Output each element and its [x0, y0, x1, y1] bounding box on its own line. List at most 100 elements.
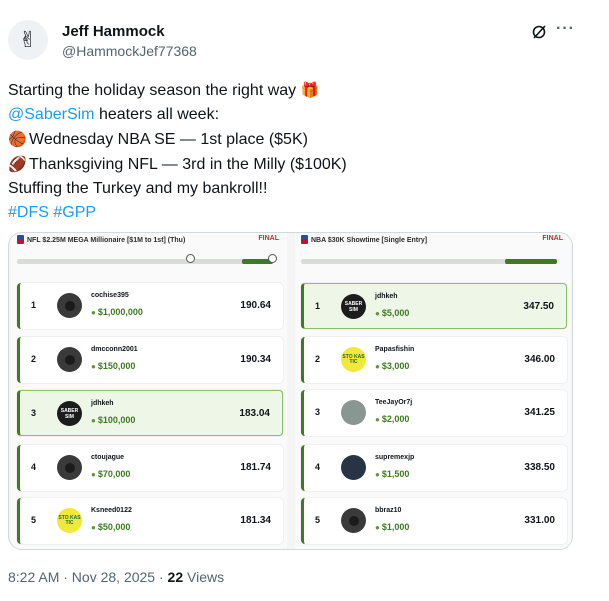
mention-sabersim[interactable]: @SaberSim: [8, 106, 95, 123]
user-avatar: [341, 455, 366, 480]
user-avatar: [341, 400, 366, 425]
media-image[interactable]: NFL $2.25M MEGA Millionaire [$1M to 1st]…: [8, 232, 573, 550]
money-bag-icon: ●: [91, 416, 96, 425]
rank: 4: [315, 462, 321, 472]
score: 181.34: [240, 515, 271, 526]
prize-amount: $70,000: [97, 469, 131, 479]
tweet-line-1: Starting the holiday season the right wa…: [8, 82, 297, 99]
prize: ● $1,000: [375, 522, 409, 532]
money-bag-icon: ●: [375, 309, 380, 318]
prize-amount: $1,500: [381, 469, 410, 479]
nba-progress-track: [301, 259, 557, 264]
more-options-icon[interactable]: ···: [556, 20, 575, 38]
hashtag-gpp[interactable]: #GPP: [53, 204, 96, 221]
rank: 2: [315, 354, 321, 364]
money-bag-icon: ●: [375, 523, 380, 532]
stokastic-avatar: STO KAS TIC: [57, 508, 82, 533]
score: 341.25: [524, 407, 555, 418]
avatar-emoji: ✌: [18, 27, 38, 53]
prize-amount: $1,000,000: [97, 307, 143, 317]
leaderboard-row: 5 bbraz10 ● $1,000 331.00: [301, 498, 567, 544]
rank: 1: [315, 301, 321, 311]
user-avatar: [341, 508, 366, 533]
nba-contest-title: NBA $30K Showtime [Single Entry]: [311, 237, 428, 244]
leaderboard-row: 4 supremexjp ● $1,500 338.50: [301, 445, 567, 491]
money-bag-icon: ●: [375, 470, 380, 479]
tweet-text: Starting the holiday season the right wa…: [8, 78, 593, 225]
leaderboard-row: 4 ctoujague ● $70,000 181.74: [17, 445, 283, 491]
nba-leaderboard-panel: NBA $30K Showtime [Single Entry] FINAL 1…: [295, 233, 571, 549]
basketball-icon: 🏀: [8, 130, 27, 148]
leaderboard-row: 2 dmcconn2001 ● $150,000 190.34: [17, 337, 283, 383]
username: Papasfishin: [375, 346, 415, 353]
username: TeeJayOr7j: [375, 399, 413, 406]
leaderboard-row-highlighted: 3 SABER SIM jdhkeh ● $100,000 183.04: [17, 390, 283, 436]
nfl-final-label: FINAL: [258, 235, 279, 242]
author-avatar[interactable]: ✌: [8, 20, 48, 60]
username: ctoujague: [91, 454, 125, 461]
prize-amount: $150,000: [97, 361, 136, 371]
user-avatar: [57, 455, 82, 480]
tweet-timestamp[interactable]: 8:22 AM · Nov 28, 2025 ·: [8, 569, 168, 585]
prize-amount: $5,000: [381, 308, 410, 318]
rank: 2: [31, 354, 37, 364]
author-name[interactable]: Jeff Hammock: [62, 23, 165, 40]
football-icon: 🏈: [8, 155, 27, 173]
money-bag-icon: ●: [91, 523, 96, 532]
hashtag-dfs[interactable]: #DFS: [8, 204, 49, 221]
money-bag-icon: ●: [91, 362, 96, 371]
rank: 5: [315, 515, 321, 525]
score: 181.74: [240, 462, 271, 473]
rank: 1: [31, 300, 37, 310]
username: Ksneed0122: [91, 507, 132, 514]
author-handle[interactable]: @HammockJef77368: [62, 43, 197, 59]
leaderboard-row: 5 STO KAS TIC Ksneed0122 ● $50,000 181.34: [17, 498, 283, 544]
nfl-contest-header: NFL $2.25M MEGA Millionaire [$1M to 1st]…: [17, 235, 283, 249]
prize-amount: $1,000: [381, 522, 410, 532]
nfl-logo-icon: [17, 235, 24, 244]
nfl-contest-title: NFL $2.25M MEGA Millionaire [$1M to 1st]…: [27, 237, 186, 244]
prize: ● $1,500: [375, 469, 409, 479]
rank: 3: [315, 407, 321, 417]
rank: 5: [31, 515, 37, 525]
prize: ● $1,000,000: [91, 307, 143, 317]
username: cochise395: [91, 292, 129, 299]
nfl-progress-knob-1: [186, 254, 195, 263]
money-bag-icon: ●: [375, 415, 380, 424]
score: 338.50: [524, 462, 555, 473]
prize: ● $150,000: [91, 361, 135, 371]
tweet-line-2: heaters all week:: [94, 106, 220, 123]
grok-icon[interactable]: [531, 24, 547, 40]
nba-progress-fill: [505, 259, 557, 264]
prize: ● $100,000: [91, 415, 135, 425]
views-count[interactable]: 22: [168, 569, 184, 585]
prize: ● $70,000: [91, 469, 130, 479]
tweet-header: ✌ Jeff Hammock @HammockJef77368 ···: [8, 18, 598, 66]
username: bbraz10: [375, 507, 402, 514]
leaderboard-row: 1 cochise395 ● $1,000,000 190.64: [17, 283, 283, 329]
score: 190.34: [240, 354, 271, 365]
nba-contest-header: NBA $30K Showtime [Single Entry] FINAL: [301, 235, 567, 249]
username: supremexjp: [375, 454, 415, 461]
nba-logo-icon: [301, 235, 308, 244]
username: jdhkeh: [375, 293, 398, 300]
views-label: Views: [183, 569, 225, 585]
prize: ● $2,000: [375, 414, 409, 424]
tweet-line-5: Stuffing the Turkey and my bankroll!!: [8, 180, 268, 197]
money-bag-icon: ●: [375, 362, 380, 371]
leaderboard-row-highlighted: 1 SABER SIM jdhkeh ● $5,000 347.50: [301, 283, 567, 329]
tweet-line-4: Thanksgiving NFL — 3rd in the Milly ($10…: [29, 156, 347, 173]
username: dmcconn2001: [91, 346, 138, 353]
score: 190.64: [240, 300, 271, 311]
score: 346.00: [524, 354, 555, 365]
leaderboard-row: 2 STO KAS TIC Papasfishin ● $3,000 346.00: [301, 337, 567, 383]
score: 331.00: [524, 515, 555, 526]
tweet-line-3: Wednesday NBA SE — 1st place ($5K): [29, 131, 308, 148]
rank: 4: [31, 462, 37, 472]
user-avatar: [57, 347, 82, 372]
nfl-progress-knob-2: [268, 254, 277, 263]
tweet-footer: 8:22 AM · Nov 28, 2025 · 22 Views: [8, 569, 224, 585]
prize-amount: $3,000: [381, 361, 410, 371]
rank: 3: [31, 408, 37, 418]
nfl-progress-track: [17, 254, 277, 264]
